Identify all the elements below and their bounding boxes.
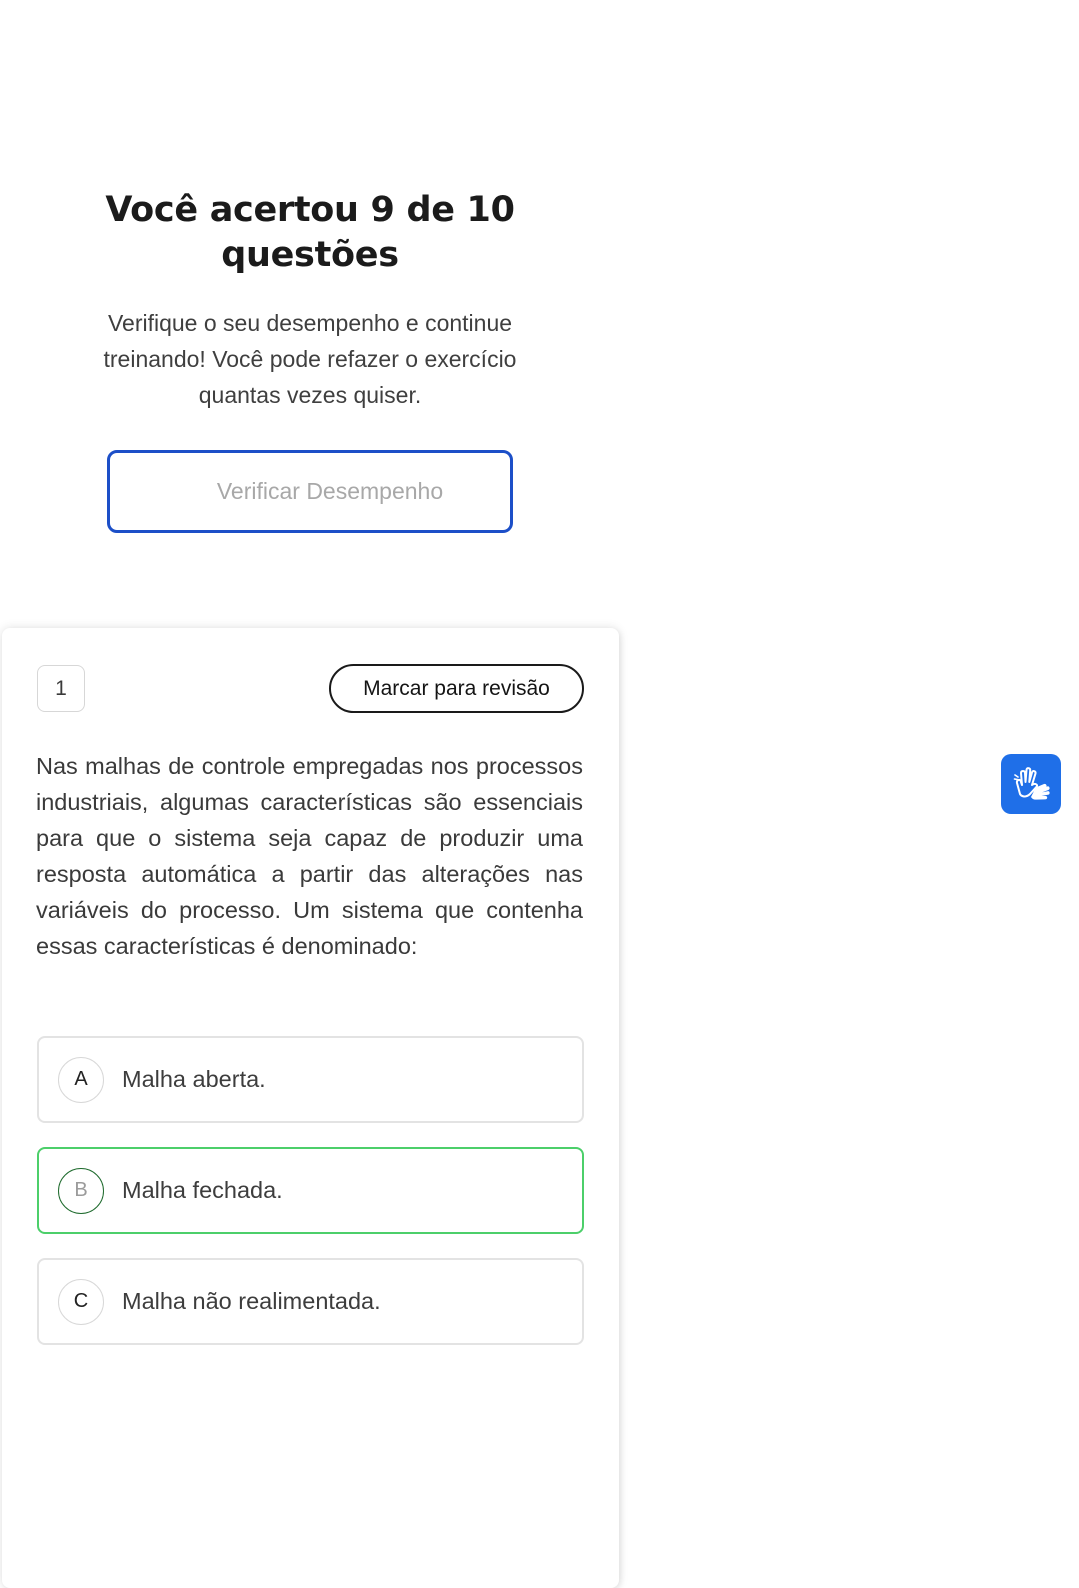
question-text: Nas malhas de controle empregadas nos pr… <box>36 753 583 959</box>
option-letter-c: C <box>58 1278 104 1325</box>
option-text-c: Malha não realimentada. <box>122 1288 381 1314</box>
question-number-badge: 1 <box>37 665 85 712</box>
option-text-a: Malha aberta. <box>122 1066 266 1092</box>
accessibility-widget-button[interactable] <box>1001 754 1061 814</box>
mark-for-review-button[interactable]: Marcar para revisão <box>329 664 584 713</box>
sign-language-hands-icon <box>1013 767 1050 800</box>
option-a[interactable]: A Malha aberta. <box>37 1036 584 1123</box>
option-letter-b: B <box>58 1167 104 1214</box>
verify-performance-label: Verificar Desempenho <box>216 478 444 504</box>
option-letter-a: A <box>58 1056 104 1103</box>
question-card: 1 Marcar para revisão Nas malhas de cont… <box>2 628 619 1588</box>
question-number: 1 <box>55 676 67 700</box>
option-text-b: Malha fechada. <box>122 1177 283 1203</box>
option-c[interactable]: C Malha não realimentada. <box>37 1258 584 1345</box>
verify-performance-button[interactable]: Verificar Desempenho <box>107 450 513 533</box>
option-b-correct[interactable]: B Malha fechada. <box>37 1147 584 1234</box>
result-subtitle: Verifique o seu desempenho e continue tr… <box>103 310 517 408</box>
result-title: Você acertou 9 de 10 questões <box>105 190 515 275</box>
mark-for-review-label: Marcar para revisão <box>363 676 550 700</box>
